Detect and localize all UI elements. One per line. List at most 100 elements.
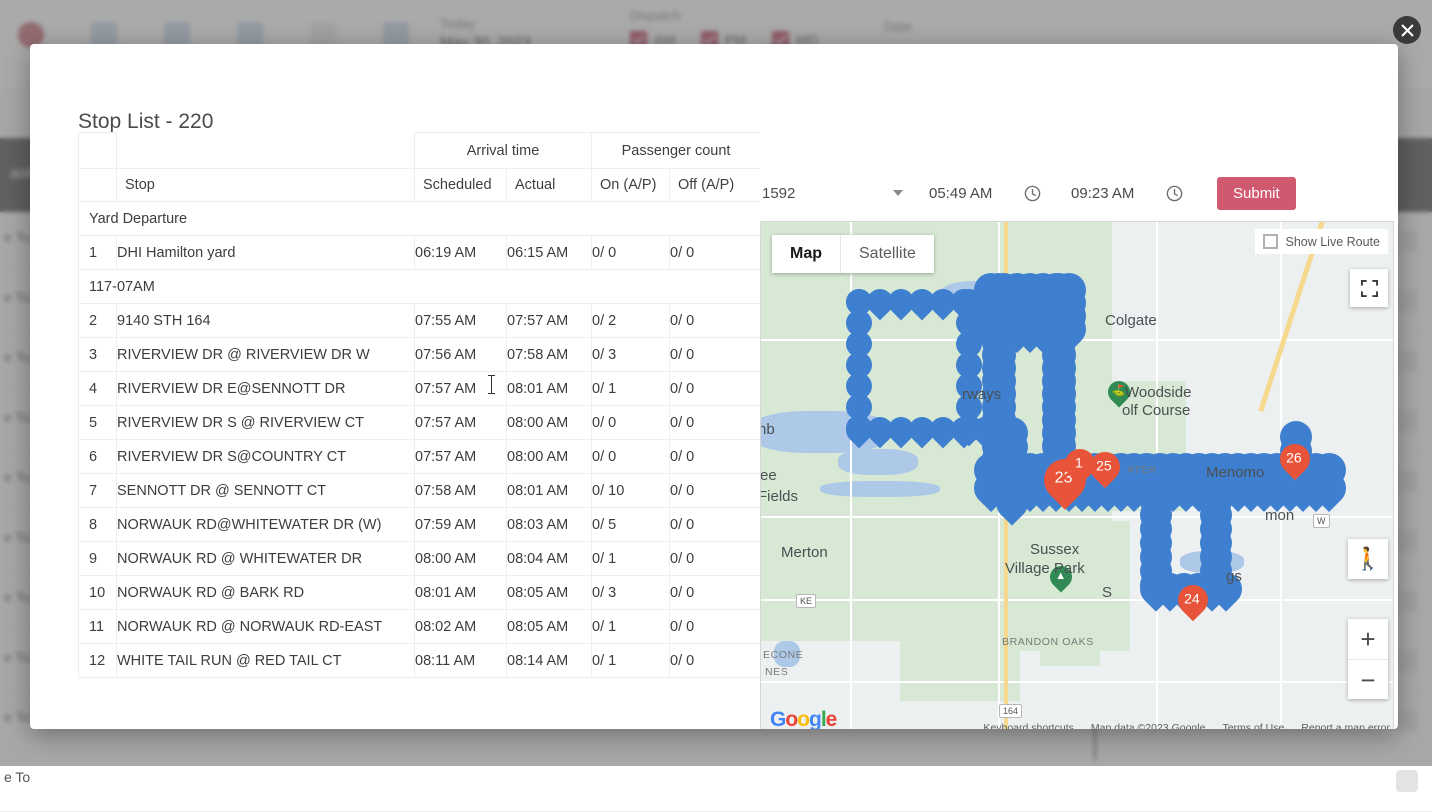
map-type-switch[interactable]: Map Satellite (772, 235, 934, 273)
background-row-button: e To (4, 769, 30, 785)
cell-off: 0/ 0 (670, 508, 760, 542)
stop-list-table-panel[interactable]: Arrival time Passenger count Stop Schedu… (78, 132, 760, 682)
cell-off: 0/ 0 (670, 304, 760, 338)
cell-scheduled: 07:58 AM (415, 474, 507, 508)
cell-on: 0/ 1 (592, 644, 670, 678)
cell-on: 0/ 5 (592, 508, 670, 542)
text-cursor (491, 375, 492, 394)
cell-on: 0/ 2 (592, 304, 670, 338)
report-map-error-link[interactable]: Report a map error (1301, 722, 1390, 729)
submit-button[interactable]: Submit (1217, 177, 1296, 210)
start-time-value: 05:49 AM (929, 185, 1015, 202)
map-place-label: BRANDON OAKS (1002, 636, 1094, 648)
keyboard-shortcuts-link[interactable]: Keyboard shortcuts (983, 722, 1073, 729)
cell-scheduled: 08:00 AM (415, 542, 507, 576)
end-time-value: 09:23 AM (1071, 185, 1157, 202)
clock-icon[interactable] (1015, 176, 1049, 210)
map-place-label: Sussex (1030, 541, 1079, 558)
cell-actual: 06:15 AM (507, 236, 592, 270)
map-place-label: ee (760, 467, 777, 484)
cell-on: 0/ 0 (592, 440, 670, 474)
terms-of-use-link[interactable]: Terms of Use (1222, 722, 1284, 729)
cell-num: 2 (79, 304, 117, 338)
cell-scheduled: 07:56 AM (415, 338, 507, 372)
table-head: Arrival time Passenger count Stop Schedu… (79, 133, 761, 202)
cell-num: 9 (79, 542, 117, 576)
header-arrival-time: Arrival time (415, 133, 592, 169)
map-place-label: Merton (781, 544, 828, 561)
table-row[interactable]: 8NORWAUK RD@WHITEWATER DR (W)07:59 AM08:… (79, 508, 761, 542)
zoom-controls: + − (1348, 619, 1388, 699)
table-row[interactable]: 29140 STH 16407:55 AM07:57 AM0/ 20/ 0 (79, 304, 761, 338)
cell-off: 0/ 0 (670, 440, 760, 474)
pegman-icon[interactable]: 🚶 (1348, 539, 1388, 579)
table-row[interactable]: 11NORWAUK RD @ NORWAUK RD-EAST08:02 AM08… (79, 610, 761, 644)
cell-stop: SENNOTT DR @ SENNOTT CT (117, 474, 415, 508)
stop-marker-label: 26 (1279, 444, 1309, 471)
cell-scheduled: 08:02 AM (415, 610, 507, 644)
route-map[interactable]: 231252624 ▲ ⛳ ColgateWoodsideolf Courser… (760, 221, 1394, 729)
table-section-row: 117-07AM (79, 270, 761, 304)
end-time-field[interactable]: 09:23 AM (1071, 176, 1191, 210)
fullscreen-icon[interactable] (1350, 269, 1388, 307)
map-type-map[interactable]: Map (772, 235, 840, 273)
cell-scheduled: 08:01 AM (415, 576, 507, 610)
cell-on: 0/ 0 (592, 406, 670, 440)
map-place-label: Fields (760, 488, 798, 505)
road-shield: W (1313, 514, 1330, 528)
table-row[interactable]: 5RIVERVIEW DR S @ RIVERVIEW CT07:57 AM08… (79, 406, 761, 440)
map-place-label: rways (962, 386, 1001, 403)
cell-scheduled: 07:57 AM (415, 406, 507, 440)
cell-on: 0/ 1 (592, 542, 670, 576)
table-row[interactable]: 7SENNOTT DR @ SENNOTT CT07:58 AM08:01 AM… (79, 474, 761, 508)
map-place-label: ATER (1127, 464, 1157, 476)
cell-stop: RIVERVIEW DR S @ RIVERVIEW CT (117, 406, 415, 440)
cell-num: 11 (79, 610, 117, 644)
close-icon[interactable] (1393, 16, 1421, 44)
map-place-label: Menomo (1206, 464, 1264, 481)
checkbox-icon[interactable] (1263, 234, 1278, 249)
cell-stop: NORWAUK RD @ NORWAUK RD-EAST (117, 610, 415, 644)
zoom-out-button[interactable]: − (1348, 659, 1388, 699)
cell-on: 0/ 0 (592, 236, 670, 270)
map-type-satellite[interactable]: Satellite (840, 235, 934, 273)
cell-actual: 08:00 AM (507, 440, 592, 474)
table-sub-header-row: Stop Scheduled Actual On (A/P) Off (A/P) (79, 169, 761, 202)
start-time-field[interactable]: 05:49 AM (929, 176, 1049, 210)
cell-num: 3 (79, 338, 117, 372)
table-row[interactable]: 10NORWAUK RD @ BARK RD08:01 AM08:05 AM0/… (79, 576, 761, 610)
map-place-label: nb (760, 421, 775, 438)
table-section-row: Yard Departure (79, 202, 761, 236)
map-road (760, 681, 1394, 683)
show-live-route-toggle[interactable]: Show Live Route (1255, 229, 1388, 254)
cell-on: 0/ 1 (592, 610, 670, 644)
clock-icon[interactable] (1157, 176, 1191, 210)
map-place-label: S (1102, 584, 1112, 601)
header-blank-stop (117, 133, 415, 169)
cell-actual: 08:00 AM (507, 406, 592, 440)
cell-off: 0/ 0 (670, 406, 760, 440)
table-section-title: 117-07AM (79, 270, 761, 304)
table-row[interactable]: 1DHI Hamilton yard06:19 AM06:15 AM0/ 00/… (79, 236, 761, 270)
map-data-copyright: Map data ©2023 Google (1091, 722, 1206, 729)
table-row[interactable]: 12WHITE TAIL RUN @ RED TAIL CT08:11 AM08… (79, 644, 761, 678)
chevron-down-icon (893, 190, 903, 196)
header-stop: Stop (117, 169, 415, 202)
table-row[interactable]: 3RIVERVIEW DR @ RIVERVIEW DR W07:56 AM07… (79, 338, 761, 372)
cell-num: 1 (79, 236, 117, 270)
google-logo: Google (770, 708, 836, 729)
cell-num: 7 (79, 474, 117, 508)
cell-scheduled: 07:57 AM (415, 440, 507, 474)
table-row[interactable]: 6RIVERVIEW DR S@COUNTRY CT07:57 AM08:00 … (79, 440, 761, 474)
cell-stop: DHI Hamilton yard (117, 236, 415, 270)
cell-stop: NORWAUK RD@WHITEWATER DR (W) (117, 508, 415, 542)
cell-stop: RIVERVIEW DR E@SENNOTT DR (117, 372, 415, 406)
map-place-label: gs (1226, 568, 1242, 585)
zoom-in-button[interactable]: + (1348, 619, 1388, 659)
road-shield: KE (796, 594, 816, 608)
table-row[interactable]: 9NORWAUK RD @ WHITEWATER DR08:00 AM08:04… (79, 542, 761, 576)
stop-marker-label: 24 (1177, 585, 1207, 612)
table-body: Yard Departure1DHI Hamilton yard06:19 AM… (79, 202, 761, 678)
route-select[interactable]: 1592 (762, 185, 907, 202)
table-row[interactable]: 4RIVERVIEW DR E@SENNOTT DR07:57 AM08:01 … (79, 372, 761, 406)
